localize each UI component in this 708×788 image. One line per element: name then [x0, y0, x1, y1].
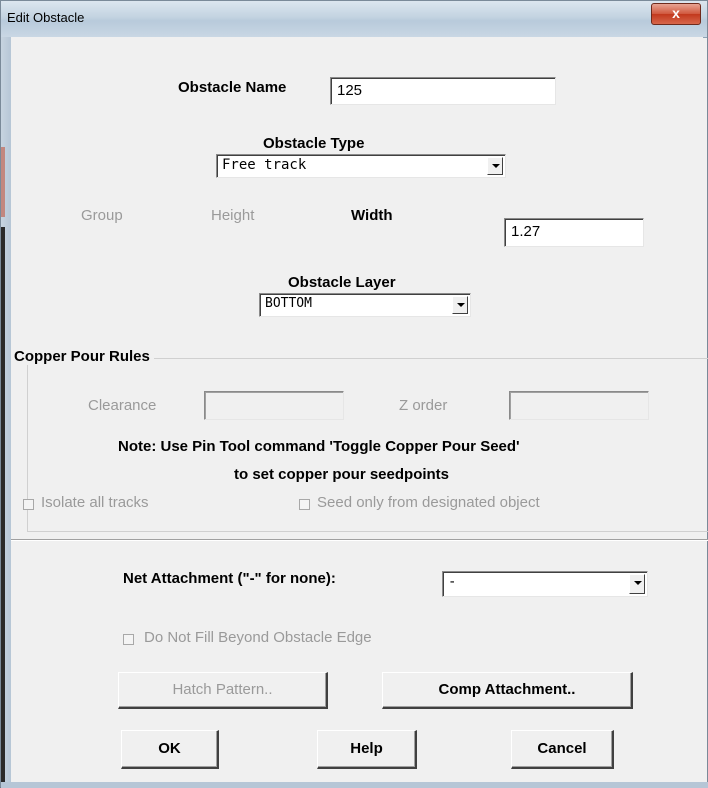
obstacle-layer-label: Obstacle Layer	[288, 274, 396, 291]
hatch-pattern-button[interactable]: Hatch Pattern..	[118, 672, 328, 709]
net-attachment-label: Net Attachment ("-" for none):	[123, 570, 336, 587]
frame-highlight	[1, 147, 5, 217]
cancel-button-label: Cancel	[537, 740, 587, 757]
copper-pour-title: Copper Pour Rules	[14, 348, 154, 365]
title-bar[interactable]: Edit Obstacle x	[1, 1, 707, 38]
chevron-down-icon[interactable]	[487, 157, 503, 175]
z-order-label: Z order	[399, 397, 448, 414]
close-button[interactable]: x	[651, 3, 701, 25]
width-input[interactable]: 1.27	[504, 218, 644, 247]
ok-button-label: OK	[158, 740, 181, 757]
copper-pour-note-line2: to set copper pour seedpoints	[234, 466, 450, 483]
chevron-down-icon[interactable]	[452, 296, 468, 314]
seed-designated-label: Seed only from designated object	[317, 494, 540, 511]
isolate-tracks-checkbox[interactable]	[23, 499, 34, 510]
copper-pour-note-line1: Note: Use Pin Tool command 'Toggle Coppe…	[118, 438, 520, 455]
width-value: 1.27	[511, 223, 541, 240]
obstacle-type-label: Obstacle Type	[263, 135, 365, 152]
frame-shadow	[1, 227, 5, 787]
bottom-window-frame	[1, 782, 708, 788]
group-label: Group	[81, 207, 123, 224]
clearance-input[interactable]	[204, 391, 344, 420]
clearance-label: Clearance	[88, 397, 157, 414]
seed-designated-checkbox[interactable]	[299, 499, 310, 510]
obstacle-name-label: Obstacle Name	[178, 79, 287, 96]
chevron-down-icon[interactable]	[629, 574, 645, 594]
comp-attachment-button-label: Comp Attachment..	[438, 681, 576, 698]
z-order-input[interactable]	[509, 391, 649, 420]
obstacle-name-input[interactable]: 125	[330, 77, 556, 105]
ok-button[interactable]: OK	[121, 730, 219, 769]
net-attachment-dropdown[interactable]: -	[442, 571, 648, 597]
obstacle-type-dropdown[interactable]: Free track	[216, 154, 506, 178]
height-label: Height	[211, 207, 255, 224]
isolate-tracks-label: Isolate all tracks	[41, 494, 149, 511]
window-title: Edit Obstacle	[7, 10, 85, 25]
fill-beyond-checkbox[interactable]	[123, 634, 134, 645]
obstacle-type-value: Free track	[222, 157, 307, 173]
hatch-pattern-button-label: Hatch Pattern..	[172, 681, 273, 698]
help-button[interactable]: Help	[317, 730, 417, 769]
close-icon: x	[672, 5, 680, 21]
edit-obstacle-dialog: Edit Obstacle x Obstacle Name 125 Obstac…	[0, 0, 708, 788]
cancel-button[interactable]: Cancel	[511, 730, 614, 769]
left-window-frame	[1, 37, 11, 788]
width-label: Width	[351, 207, 393, 224]
net-attachment-value: -	[448, 574, 457, 590]
comp-attachment-button[interactable]: Comp Attachment..	[382, 672, 633, 709]
help-button-label: Help	[350, 740, 383, 757]
obstacle-name-value: 125	[337, 82, 363, 99]
obstacle-layer-dropdown[interactable]: BOTTOM	[259, 293, 471, 317]
obstacle-layer-value: BOTTOM	[265, 296, 312, 311]
fill-beyond-label: Do Not Fill Beyond Obstacle Edge	[144, 629, 372, 646]
section-divider	[11, 539, 708, 541]
